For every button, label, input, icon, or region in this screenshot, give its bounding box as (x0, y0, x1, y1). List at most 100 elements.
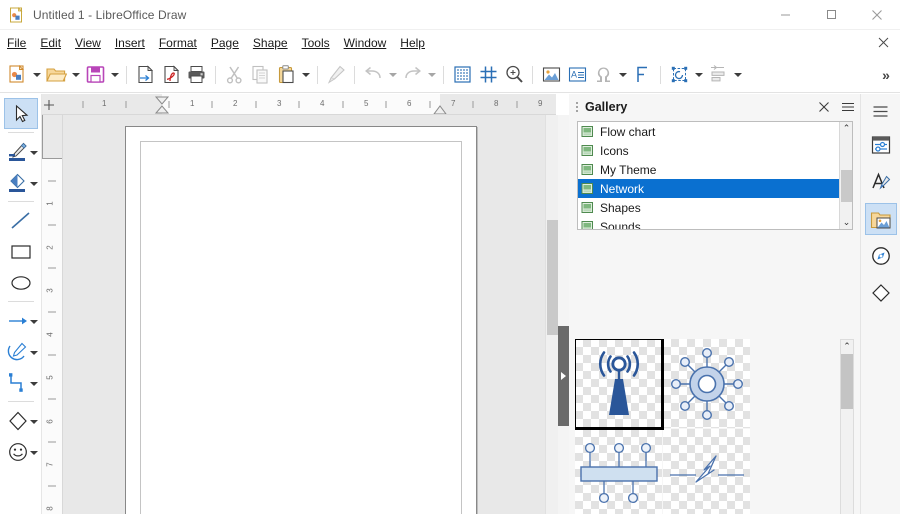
rectangle-tool[interactable] (4, 236, 38, 267)
helplines-button[interactable] (475, 62, 501, 88)
fontwork-button[interactable] (629, 62, 655, 88)
curves-and-polygons-tool[interactable] (4, 336, 38, 367)
tab-navigator[interactable] (865, 240, 897, 272)
gallery-theme-network[interactable]: Network (578, 179, 852, 198)
save-button[interactable] (82, 62, 108, 88)
basic-shapes-dropdown-chevron-down-icon[interactable] (29, 414, 38, 428)
open-button[interactable] (43, 62, 69, 88)
menu-help[interactable]: Help (393, 33, 432, 53)
fill-color-dropdown-chevron-down-icon[interactable] (29, 176, 38, 190)
basic-shapes-tool[interactable] (4, 405, 38, 436)
scroll-down-chevron-icon[interactable]: ⌄ (840, 216, 852, 229)
insert-image-button[interactable] (538, 62, 564, 88)
gallery-theme-icons[interactable]: Icons (578, 141, 852, 160)
gallery-close-icon[interactable] (812, 95, 836, 119)
display-grid-button[interactable] (449, 62, 475, 88)
ellipse-tool[interactable] (4, 267, 38, 298)
menu-file[interactable]: File (0, 33, 33, 53)
tab-gallery[interactable] (864, 203, 897, 235)
zoom-button[interactable] (501, 62, 527, 88)
gallery-items-grid[interactable] (575, 339, 838, 514)
menu-insert[interactable]: Insert (108, 33, 152, 53)
lines-and-arrows-tool[interactable] (4, 305, 38, 336)
bus-network-thumbnail[interactable] (575, 429, 662, 514)
horizontal-ruler[interactable]: 1 1 2 3 4 5 6 7 8 9 (42, 94, 556, 115)
sidebar-splitter[interactable] (558, 115, 569, 514)
special-character-dropdown-chevron-down-icon[interactable] (616, 62, 629, 88)
gallery-theme-list[interactable]: Flow chart Icons My Theme Network Shapes… (577, 121, 853, 230)
connectors-tool[interactable] (4, 367, 38, 398)
symbol-shapes-tool[interactable] (4, 436, 38, 467)
undo-button[interactable] (360, 62, 386, 88)
special-character-button[interactable] (590, 62, 616, 88)
align-objects-button[interactable] (705, 62, 731, 88)
redo-dropdown-chevron-down-icon[interactable] (425, 62, 438, 88)
scrollbar-thumb[interactable] (841, 170, 852, 202)
curves-and-polygons-dropdown-chevron-down-icon[interactable] (29, 345, 38, 359)
tab-properties[interactable] (865, 129, 897, 161)
transformations-button[interactable] (666, 62, 692, 88)
menu-edit[interactable]: Edit (33, 33, 68, 53)
save-dropdown-chevron-down-icon[interactable] (108, 62, 121, 88)
gallery-theme-list-scrollbar[interactable]: ⌃ ⌄ (839, 122, 852, 229)
document-close-icon[interactable] (875, 35, 891, 51)
export-pdf-button[interactable] (158, 62, 184, 88)
wireless-link-thumbnail[interactable] (663, 429, 750, 514)
scroll-up-chevron-icon[interactable]: ⌃ (840, 122, 852, 135)
menu-view[interactable]: View (68, 33, 108, 53)
insert-text-box-button[interactable]: A (564, 62, 590, 88)
lines-and-arrows-dropdown-chevron-down-icon[interactable] (29, 314, 38, 328)
transformations-dropdown-chevron-down-icon[interactable] (692, 62, 705, 88)
redo-button[interactable] (399, 62, 425, 88)
minimize-icon[interactable] (762, 0, 808, 30)
open-dropdown-chevron-down-icon[interactable] (69, 62, 82, 88)
gallery-theme-flow-chart[interactable]: Flow chart (578, 122, 852, 141)
close-icon[interactable] (854, 0, 900, 30)
menu-tools[interactable]: Tools (295, 33, 337, 53)
tab-styles[interactable] (865, 166, 897, 198)
align-objects-dropdown-chevron-down-icon[interactable] (731, 62, 744, 88)
scroll-up-chevron-icon[interactable]: ⌃ (841, 340, 853, 353)
sidebar-settings-button[interactable] (865, 98, 897, 124)
undo-dropdown-chevron-down-icon[interactable] (386, 62, 399, 88)
menu-page[interactable]: Page (204, 33, 246, 53)
line-color-dropdown-chevron-down-icon[interactable] (29, 145, 38, 159)
paste-dropdown-chevron-down-icon[interactable] (299, 62, 312, 88)
sidebar-collapse-handle[interactable] (558, 326, 569, 426)
maximize-icon[interactable] (808, 0, 854, 30)
gallery-theme-sounds[interactable]: Sounds (578, 217, 852, 229)
paste-button[interactable] (273, 62, 299, 88)
cut-button[interactable] (221, 62, 247, 88)
fill-color-tool[interactable] (4, 167, 38, 198)
new-button[interactable] (4, 62, 30, 88)
copy-button[interactable] (247, 62, 273, 88)
scrollbar-thumb[interactable] (547, 220, 558, 335)
clone-formatting-button[interactable] (323, 62, 349, 88)
gallery-menu-hamburger-icon[interactable] (836, 95, 860, 119)
menu-format[interactable]: Format (152, 33, 204, 53)
export-button[interactable] (132, 62, 158, 88)
page-area[interactable] (125, 126, 477, 514)
canvas-vertical-scrollbar[interactable] (545, 115, 558, 514)
symbol-shapes-dropdown-chevron-down-icon[interactable] (29, 445, 38, 459)
radio-tower-thumbnail[interactable] (575, 339, 664, 430)
menu-window[interactable]: Window (337, 33, 394, 53)
menu-shape[interactable]: Shape (246, 33, 295, 53)
hub-network-thumbnail[interactable] (663, 339, 750, 428)
insert-line-tool[interactable] (4, 205, 38, 236)
select-tool[interactable] (3, 98, 38, 129)
line-color-tool[interactable] (4, 136, 38, 167)
gallery-theme-my-theme[interactable]: My Theme (578, 160, 852, 179)
gallery-theme-shapes[interactable]: Shapes (578, 198, 852, 217)
new-dropdown-chevron-down-icon[interactable] (30, 62, 43, 88)
tab-shapes[interactable] (865, 277, 897, 309)
hruler-tick-3: 3 (277, 99, 282, 108)
gallery-items-scrollbar[interactable]: ⌃ (840, 339, 854, 514)
toolbar-overflow-button[interactable]: » (872, 62, 900, 88)
connectors-dropdown-chevron-down-icon[interactable] (29, 376, 38, 390)
scrollbar-thumb[interactable] (841, 354, 853, 409)
drawing-canvas[interactable] (63, 115, 545, 514)
panel-grip-icon[interactable] (572, 98, 582, 116)
print-button[interactable] (184, 62, 210, 88)
vertical-ruler[interactable]: 1 2 3 4 5 6 7 8 (42, 115, 63, 514)
